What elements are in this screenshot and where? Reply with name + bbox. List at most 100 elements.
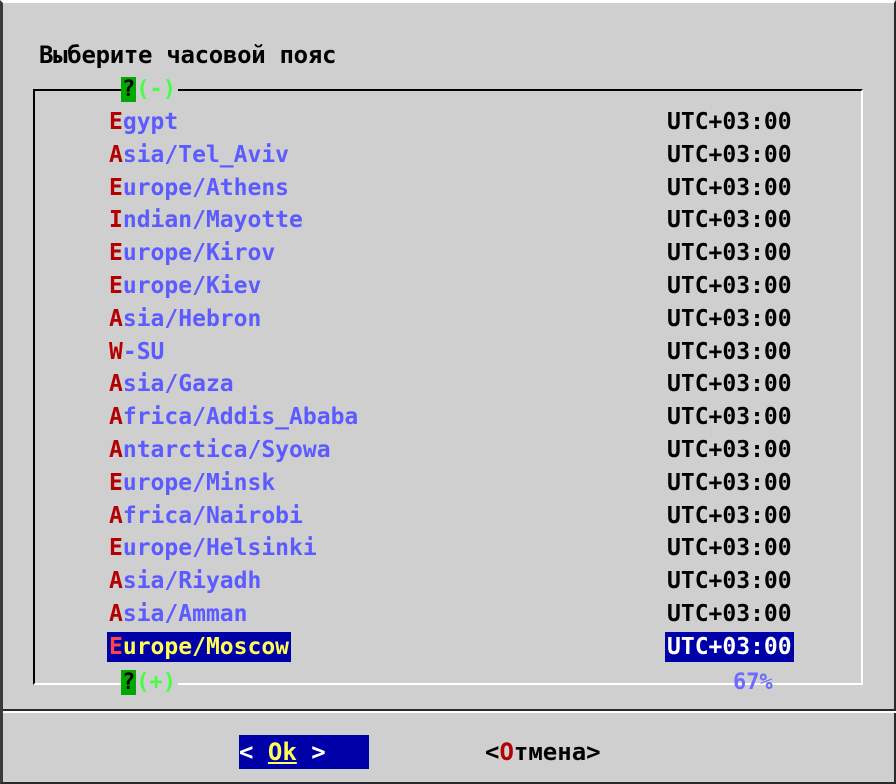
timezone-name-rest: sia/Gaza: [122, 371, 234, 398]
timezone-item[interactable]: W-SU UTC+03:00: [3, 337, 896, 370]
timezone-hotkey: E: [109, 273, 123, 299]
cancel-hotkey: О: [499, 738, 514, 766]
cancel-close-bracket: >: [586, 738, 601, 766]
timezone-item[interactable]: Africa/Addis_Ababa UTC+03:00: [3, 402, 896, 435]
timezone-item[interactable]: Europe/Minsk UTC+03:00: [3, 468, 896, 501]
timezone-hotkey: A: [109, 502, 123, 529]
scroll-percent: 67%: [733, 670, 773, 695]
timezone-hotkey: E: [109, 535, 123, 562]
timezone-item[interactable]: Asia/Tel_Aviv UTC+03:00: [3, 140, 896, 173]
timezone-name: Europe/Athens: [107, 173, 291, 203]
timezone-name: Europe/Helsinki: [107, 533, 319, 563]
cancel-label: тмена: [513, 738, 587, 766]
timezone-name: Asia/Gaza: [107, 369, 236, 399]
timezone-name-rest: frica/Nairobi: [122, 502, 303, 529]
timezone-hotkey: E: [109, 240, 123, 267]
timezone-name: Asia/Riyadh: [107, 566, 263, 596]
timezone-item[interactable]: Europe/Moscow UTC+03:00: [3, 631, 896, 665]
timezone-name: Europe/Minsk: [107, 468, 277, 498]
timezone-offset: UTC+03:00: [667, 141, 792, 168]
scroll-up-question-icon: ?: [121, 77, 137, 102]
timezone-name-rest: sia/Riyadh: [122, 568, 262, 595]
timezone-item[interactable]: Europe/Athens UTC+03:00: [3, 173, 896, 206]
timezone-offset: UTC+03:00: [667, 109, 792, 135]
timezone-name: Europe/Moscow: [107, 631, 292, 662]
timezone-hotkey: A: [109, 305, 123, 332]
timezone-hotkey: A: [109, 601, 123, 627]
scroll-down-indicator: ?(+): [121, 670, 178, 695]
timezone-name-rest: urope/Helsinki: [122, 535, 317, 562]
timezone-name-rest: urope/Athens: [122, 174, 290, 201]
timezone-name: Africa/Nairobi: [107, 501, 305, 531]
timezone-offset: UTC+03:00: [667, 469, 792, 496]
timezone-name: Asia/Tel_Aviv: [107, 140, 291, 170]
timezone-item[interactable]: Asia/Gaza UTC+03:00: [3, 369, 896, 402]
timezone-name-rest: urope/Kirov: [122, 240, 276, 267]
timezone-offset: UTC+03:00: [667, 535, 792, 562]
timezone-name: Africa/Addis_Ababa: [107, 402, 360, 432]
timezone-name: Europe/Kiev: [107, 271, 263, 301]
timezone-name-rest: -SU: [122, 338, 165, 365]
button-separator: [3, 709, 896, 713]
timezone-hotkey: E: [109, 109, 123, 135]
timezone-name-rest: ntarctica/Syowa: [122, 437, 331, 463]
ok-right-bracket: >: [296, 738, 326, 766]
timezone-hotkey: A: [109, 404, 123, 431]
timezone-item[interactable]: Egypt UTC+03:00: [3, 107, 896, 140]
timezone-hotkey: A: [109, 568, 123, 595]
timezone-name-rest: urope/Minsk: [122, 469, 276, 496]
timezone-name: W-SU: [107, 337, 166, 367]
timezone-hotkey: A: [109, 141, 123, 168]
cancel-button[interactable]: <Отмена>: [485, 735, 601, 769]
timezone-offset: UTC+03:00: [667, 568, 792, 595]
timezone-item[interactable]: Antarctica/Syowa UTC+03:00: [3, 435, 896, 468]
timezone-hotkey: A: [109, 371, 123, 398]
timezone-name: Indian/Mayotte: [107, 205, 305, 235]
timezone-name-rest: urope/Moscow: [122, 633, 290, 660]
timezone-name-rest: urope/Kiev: [122, 273, 262, 299]
scroll-up-indicator: ?(-): [121, 77, 178, 102]
timezone-offset: UTC+03:00: [667, 174, 792, 201]
timezone-item[interactable]: Europe/Kirov UTC+03:00: [3, 238, 896, 271]
timezone-offset: UTC+03:00: [667, 601, 792, 627]
timezone-offset: UTC+03:00: [667, 207, 792, 234]
timezone-name-rest: ndian/Mayotte: [122, 207, 303, 234]
timezone-item[interactable]: Africa/Nairobi UTC+03:00: [3, 501, 896, 534]
timezone-item[interactable]: Indian/Mayotte UTC+03:00: [3, 205, 896, 238]
timezone-item[interactable]: Asia/Amman UTC+03:00: [3, 599, 896, 632]
timezone-hotkey: A: [109, 437, 123, 463]
timezone-offset: UTC+03:00: [667, 404, 792, 431]
timezone-name-rest: sia/Hebron: [122, 305, 262, 332]
timezone-offset: UTC+03:00: [667, 371, 792, 398]
ok-button-label: Ok: [267, 738, 297, 766]
scroll-down-question-icon: ?: [121, 670, 137, 695]
timezone-hotkey: E: [109, 469, 123, 496]
timezone-offset: UTC+03:00: [667, 502, 792, 529]
scroll-down-mark: (+): [136, 670, 176, 695]
timezone-name-rest: gypt: [122, 109, 179, 135]
ok-left-bracket: <: [239, 738, 268, 766]
timezone-name: Egypt: [107, 107, 180, 137]
timezone-name: Antarctica/Syowa: [107, 435, 333, 465]
timezone-offset: UTC+03:00: [667, 305, 792, 332]
timezone-name: Asia/Hebron: [107, 304, 263, 334]
timezone-offset: UTC+03:00: [667, 437, 792, 463]
timezone-item[interactable]: Europe/Helsinki UTC+03:00: [3, 533, 896, 566]
timezone-hotkey: E: [109, 633, 123, 660]
timezone-name: Asia/Amman: [107, 599, 249, 629]
timezone-name-rest: sia/Tel_Aviv: [122, 141, 290, 168]
timezone-hotkey: E: [109, 174, 123, 201]
timezone-hotkey: I: [109, 207, 123, 234]
timezone-name-rest: frica/Addis_Ababa: [122, 404, 359, 431]
timezone-dialog: Выберите часовой пояс ?(-) Egypt UTC+03:0…: [0, 0, 896, 784]
timezone-item[interactable]: Europe/Kiev UTC+03:00: [3, 271, 896, 304]
timezone-item[interactable]: Asia/Hebron UTC+03:00: [3, 304, 896, 337]
dialog-title: Выберите часовой пояс: [39, 41, 337, 69]
timezone-name: Europe/Kirov: [107, 238, 277, 268]
timezone-hotkey: W: [109, 338, 123, 365]
timezone-name-rest: sia/Amman: [122, 601, 248, 627]
timezone-item[interactable]: Asia/Riyadh UTC+03:00: [3, 566, 896, 599]
cancel-open-bracket: <: [485, 738, 500, 766]
ok-button[interactable]: < Ok >: [239, 735, 369, 769]
timezone-offset: UTC+03:00: [667, 240, 792, 267]
